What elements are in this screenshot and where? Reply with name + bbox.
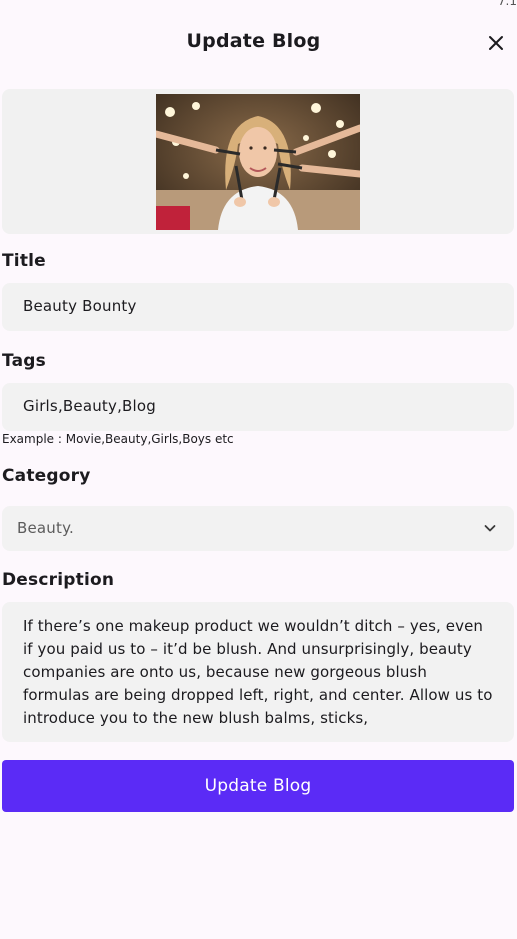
- header: Update Blog: [0, 26, 517, 60]
- description-label: Description: [2, 570, 115, 590]
- update-blog-button[interactable]: Update Blog: [2, 760, 514, 812]
- title-label: Title: [2, 251, 46, 271]
- chevron-down-icon: [484, 525, 496, 532]
- category-selected-value: Beauty.: [17, 519, 75, 537]
- page-title: Update Blog: [186, 30, 321, 52]
- close-icon: [489, 36, 503, 50]
- tags-field[interactable]: Girls,Beauty,Blog: [2, 383, 514, 431]
- photo-woman-makeup: [156, 94, 360, 230]
- tags-label: Tags: [2, 351, 46, 371]
- blog-image-picker[interactable]: [2, 89, 514, 234]
- category-label: Category: [2, 466, 91, 486]
- status-fragment: 7.1: [497, 0, 517, 8]
- category-select[interactable]: Beauty.: [2, 506, 514, 551]
- tags-hint: Example : Movie,Beauty,Girls,Boys etc: [2, 432, 234, 446]
- description-field-value: If there’s one makeup product we wouldn’…: [23, 617, 493, 727]
- title-field[interactable]: Beauty Bounty: [2, 283, 514, 331]
- title-field-value: Beauty Bounty: [23, 297, 137, 315]
- close-button[interactable]: [483, 30, 509, 56]
- tags-field-value: Girls,Beauty,Blog: [23, 397, 157, 415]
- blog-image: [156, 94, 360, 230]
- description-field[interactable]: If there’s one makeup product we wouldn’…: [2, 602, 514, 742]
- update-blog-screen: 7.1 Update Blog Title Beauty Bounty Tags…: [0, 0, 517, 939]
